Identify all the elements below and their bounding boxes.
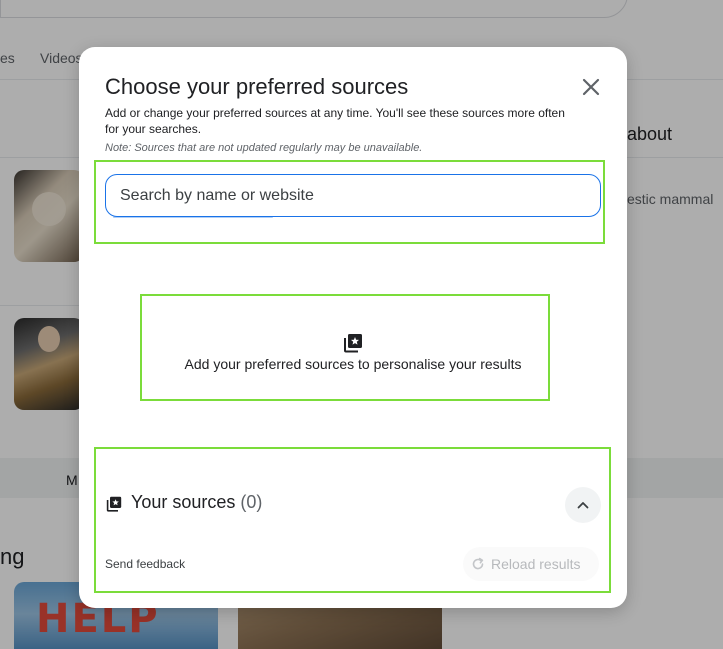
- your-sources-heading: Your sources (0): [131, 492, 262, 513]
- dialog-description: Add or change your preferred sources at …: [105, 106, 565, 136]
- preferred-sources-dialog: Choose your preferred sources Add or cha…: [79, 47, 627, 608]
- close-button[interactable]: [577, 73, 605, 101]
- chevron-up-icon: [577, 502, 589, 509]
- dialog-note: Note: Sources that are not updated regul…: [105, 142, 423, 154]
- your-sources-label: Your sources: [131, 492, 236, 512]
- collapse-your-sources-button[interactable]: [565, 487, 601, 523]
- close-icon: [582, 78, 600, 96]
- search-focus-indicator: [113, 216, 273, 218]
- refresh-icon: [472, 557, 484, 570]
- star-library-icon: [344, 334, 362, 353]
- star-library-icon: [106, 496, 122, 512]
- your-sources-count: (0): [240, 492, 263, 512]
- search-input[interactable]: [105, 174, 601, 217]
- dialog-title: Choose your preferred sources: [105, 74, 409, 99]
- empty-state-message: Add your preferred sources to personalis…: [184, 356, 522, 372]
- send-feedback-link[interactable]: Send feedback: [105, 557, 185, 571]
- reload-results-label: Reload results: [491, 556, 581, 572]
- reload-results-button[interactable]: Reload results: [463, 547, 599, 581]
